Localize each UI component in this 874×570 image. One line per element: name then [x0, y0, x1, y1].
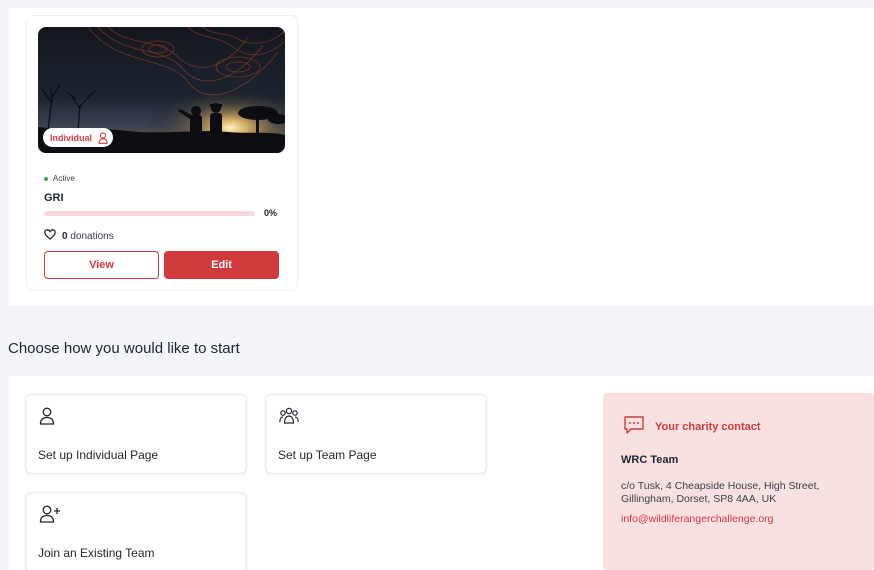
charity-contact-title: Your charity contact	[655, 420, 761, 433]
donation-summary: 0 donations	[44, 229, 114, 243]
fundraiser-cover-image: Individual	[38, 27, 285, 153]
user-add-icon	[39, 505, 61, 528]
join-existing-team-option[interactable]: Join an Existing Team	[25, 492, 247, 570]
progress-percent: 0%	[264, 208, 278, 218]
charity-contact-box: Your charity contact WRC Team c/o Tusk, …	[603, 393, 874, 570]
user-icon	[98, 131, 108, 144]
section-heading: Choose how you would like to start	[8, 340, 240, 357]
edit-button[interactable]: Edit	[164, 251, 279, 279]
my-pages-panel: Individual Active GRI 0% 0 donations Vie…	[9, 8, 874, 306]
charity-contact-header: Your charity contact	[623, 415, 761, 438]
donation-count: 0	[62, 230, 68, 242]
fundraiser-card: Individual Active GRI 0% 0 donations Vie…	[26, 15, 298, 291]
contact-address: c/o Tusk, 4 Cheapside House, High Street…	[621, 480, 820, 505]
page-type-badge: Individual	[43, 128, 114, 147]
heart-icon	[44, 229, 56, 243]
view-button[interactable]: View	[44, 251, 159, 279]
contact-email-link[interactable]: info@wildliferangerchallenge.org	[621, 513, 774, 525]
fundraiser-name: GRI	[44, 192, 64, 204]
user-icon	[39, 407, 55, 430]
donation-label: donations	[70, 230, 114, 242]
progress-bar	[44, 211, 255, 216]
status-indicator: Active	[44, 174, 75, 183]
badge-label: Individual	[50, 132, 93, 143]
option-label: Set up Team Page	[278, 448, 377, 462]
setup-individual-page-option[interactable]: Set up Individual Page	[25, 394, 247, 474]
status-label: Active	[53, 174, 75, 183]
status-dot	[44, 176, 48, 181]
chat-icon	[623, 415, 645, 438]
setup-team-page-option[interactable]: Set up Team Page	[265, 394, 487, 474]
team-icon	[279, 407, 299, 430]
option-label: Join an Existing Team	[38, 546, 155, 560]
contact-team-name: WRC Team	[621, 454, 679, 466]
option-label: Set up Individual Page	[38, 448, 159, 462]
